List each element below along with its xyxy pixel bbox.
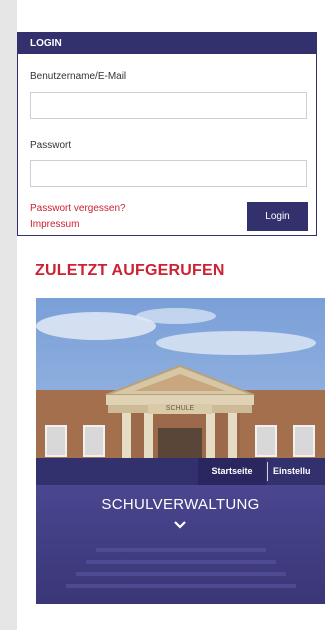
card-title: SCHULVERWALTUNG (101, 496, 260, 513)
school-building-photo (36, 298, 325, 604)
login-header: LOGIN (18, 33, 316, 54)
recently-viewed-title: ZULETZT AUFGERUFEN (35, 262, 225, 279)
nav-settings-tab[interactable]: Einstellu (273, 458, 311, 485)
imprint-link[interactable]: Impressum (30, 219, 79, 230)
recent-item-card[interactable]: SCHULE Startseite Einstellu SCHULVERWALT… (36, 298, 325, 604)
card-navbar: Startseite Einstellu (36, 458, 325, 485)
chevron-down-icon[interactable] (172, 520, 188, 530)
nav-separator (267, 462, 268, 481)
username-input[interactable] (30, 92, 307, 119)
building-sign-text: SCHULE (165, 405, 195, 412)
username-label: Benutzername/E-Mail (30, 71, 127, 82)
password-label: Passwort (30, 140, 72, 151)
forgot-password-link[interactable]: Passwort vergessen? (30, 203, 126, 214)
login-box: LOGIN Benutzername/E-Mail Passwort Passw… (17, 32, 317, 236)
password-input[interactable] (30, 160, 307, 187)
login-button[interactable]: Login (247, 202, 308, 231)
nav-home-tab[interactable]: Startseite (198, 458, 266, 485)
